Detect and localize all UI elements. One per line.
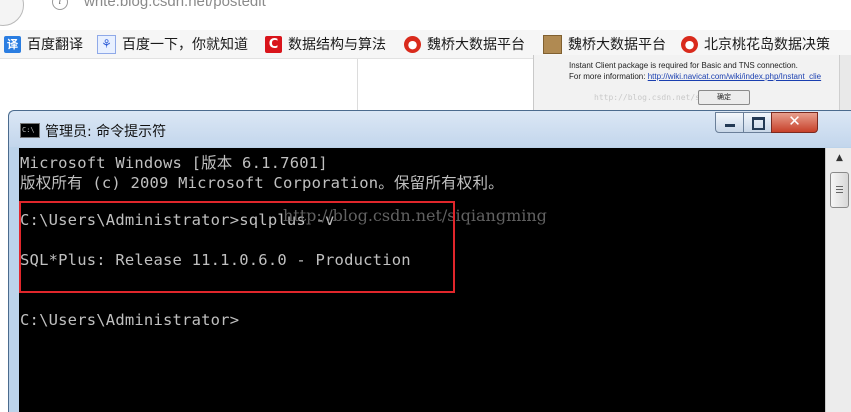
bookmark-baidu-translate[interactable]: 译 百度翻译 [4,34,83,54]
grip-line [836,192,843,193]
window-titlebar[interactable]: C:\ 管理员: 命令提示符 ✕ [9,111,851,147]
translate-icon: 译 [4,35,21,53]
bookmark-baidu-search[interactable]: ⚘ 百度一下，你就知道 [97,34,248,54]
site-info-icon[interactable]: i [52,0,68,10]
bookmark-label: 魏桥大数据平台 [427,37,525,53]
bookmark-label: 百度一下，你就知道 [122,37,248,53]
console-scrollbar[interactable]: ▲ [825,148,851,412]
bookmark-label: 数据结构与算法 [288,37,386,53]
grip-line [836,186,843,187]
bookmark-label: 北京桃花岛数据决策 [704,37,830,53]
back-button[interactable]: ← [0,0,24,26]
scroll-thumb[interactable] [830,172,849,208]
dialog-scrollbar[interactable] [839,55,851,111]
page-divider [357,59,358,111]
browser-toolbar: ← i write.blog.csdn.net/postedit [0,0,851,28]
close-icon: ✕ [788,112,801,130]
dialog-message: Instant Client package is required for B… [569,61,798,70]
maximize-icon [752,117,765,130]
console-output[interactable]: Microsoft Windows [版本 6.1.7601] 版权所有 (c)… [19,148,825,412]
window-title: 管理员: 命令提示符 [45,124,167,140]
bookmark-label: 魏桥大数据平台 [568,37,666,53]
minimize-icon [725,124,735,127]
cmd-window-icon[interactable]: C:\ [20,123,40,138]
bookmark-taohuadao[interactable]: ● 北京桃花岛数据决策 [681,34,830,54]
close-button[interactable]: ✕ [771,112,818,133]
dialog-info-line: For more information: http://wiki.navica… [569,72,821,81]
red-swirl-icon: ● [404,35,421,53]
console-line: Microsoft Windows [版本 6.1.7601] [20,154,328,172]
red-swirl-icon: ● [681,35,698,53]
console-line: 版权所有 (c) 2009 Microsoft Corporation。保留所有… [20,174,504,192]
baidu-paw-icon: ⚘ [97,34,116,54]
bookmark-label: 百度翻译 [27,37,83,53]
minimize-button[interactable] [715,112,744,133]
bookmark-weiqiao-2[interactable]: 魏桥大数据平台 [543,34,666,54]
grip-line [836,189,843,190]
dialog-info-prefix: For more information: [569,72,648,81]
address-bar-url[interactable]: write.blog.csdn.net/postedit [84,0,266,10]
bookmark-data-structures[interactable]: C 数据结构与算法 [265,34,386,54]
back-arrow-icon: ← [1,0,16,1]
csdn-c-icon: C [265,35,282,53]
chevron-up-icon: ▲ [836,153,843,163]
dialog-link[interactable]: http://wiki.navicat.com/wiki/index.php/I… [648,72,821,81]
console-prompt: C:\Users\Administrator> [20,311,240,329]
maximize-button[interactable] [743,112,772,133]
highlight-annotation-box [19,201,455,293]
navicat-dialog: Instant Client package is required for B… [533,55,851,111]
window-controls: ✕ [715,112,818,133]
dialog-ok-button[interactable]: 确定 [698,90,750,105]
scroll-up-button[interactable]: ▲ [826,148,851,168]
bookmark-weiqiao-1[interactable]: ● 魏桥大数据平台 [404,34,525,54]
command-prompt-window: C:\ 管理员: 命令提示符 ✕ Microsoft Windows [版本 6… [8,110,851,412]
image-thumb-icon [543,34,562,54]
